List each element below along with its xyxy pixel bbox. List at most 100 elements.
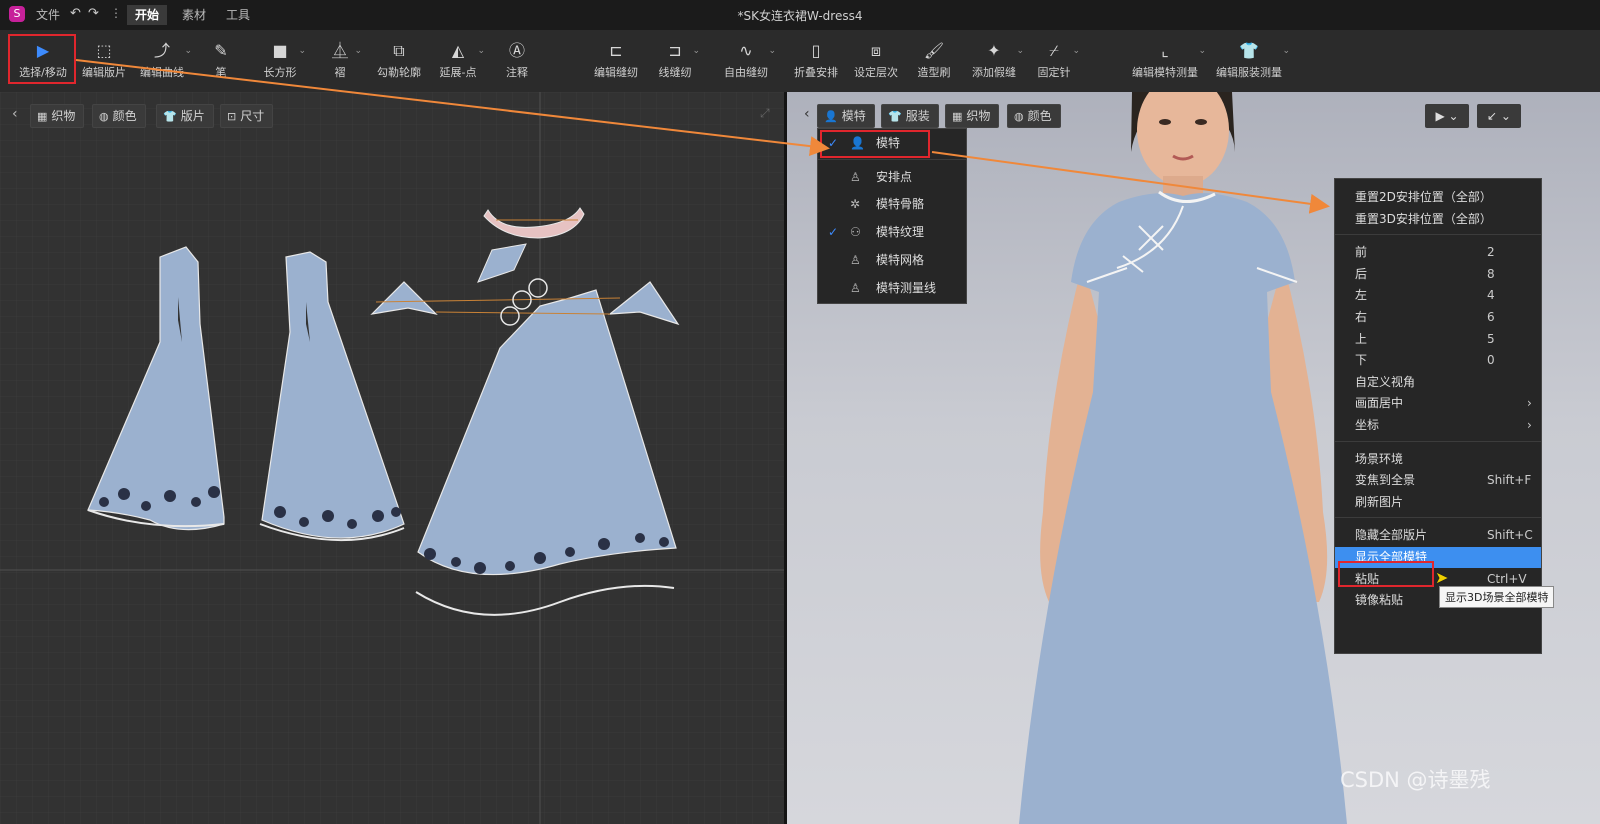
chevron-down-icon[interactable]: ⌄ (1198, 46, 1206, 56)
context-menu-item-label: 重置3D安排位置（全部） (1355, 211, 1492, 226)
collapse-left-icon[interactable]: ‹ (804, 106, 810, 122)
tool-edit-curve[interactable]: ⤴ 编辑曲线 ⌄ (136, 34, 192, 88)
chevron-down-icon[interactable]: ⌄ (1282, 46, 1290, 56)
pattern-2d-window[interactable]: ‹ ▦ 织物 ◍ 颜色 👕 版片 ⊡ 尺寸 ⤢ (0, 92, 784, 824)
context-menu-item-shortcut: 6 (1487, 310, 1495, 324)
chevron-down-icon[interactable]: ⌄ (184, 46, 192, 56)
chevron-down-icon[interactable]: ⌄ (768, 46, 776, 56)
context-menu-item[interactable]: 后8 (1335, 264, 1541, 285)
tool-annotation[interactable]: Ⓐ 注释 (500, 34, 534, 88)
tab-color-3d[interactable]: ◍ 颜色 (1007, 104, 1061, 128)
context-menu-item[interactable]: 场景环境 (1335, 449, 1541, 470)
viewport-3d-window[interactable]: ‹ 👤 模特 👕 服装 ▦ 织物 ◍ 颜色 ▶︎ ⌄ ↙ ⌄ ✓ 👤 模特 ♙ 安排点 ✲… (787, 92, 1600, 824)
edit-sewing-icon: ⊏ (609, 41, 623, 60)
tool-trace-outline[interactable]: ⧉ 勾勒轮廓 (372, 34, 426, 88)
tool-edit-sewing[interactable]: ⊏ 编辑缝纫 (590, 34, 642, 88)
tab-color-2d[interactable]: ◍ 颜色 (92, 104, 146, 128)
expand-icon[interactable]: ⤢ (760, 106, 770, 121)
tab-size-2d[interactable]: ⊡ 尺寸 (220, 104, 274, 128)
curve-icon: ⤴ (153, 41, 170, 60)
avatar-menu-measure-lines[interactable]: ♙ 模特测量线 (818, 278, 966, 299)
tool-edit-garment-measure[interactable]: 👕 编辑服装测量 ⌄ (1212, 34, 1290, 88)
context-menu-item-label: 场景环境 (1355, 451, 1404, 466)
tool-rectangle[interactable]: ■ 长方形 ⌄ (258, 34, 307, 88)
qipao-dress (1019, 193, 1347, 824)
tab-avatar-3d[interactable]: 👤 模特 (817, 104, 875, 128)
avatar-menu-texture[interactable]: ✓ ⚇ 模特纹理 (818, 222, 966, 243)
tool-shaping-brush[interactable]: 🖌 造型刷 (912, 34, 956, 88)
tooltip: 显示3D场景全部模特 (1439, 586, 1555, 608)
highlight-box-avatar-menu (820, 130, 930, 158)
chevron-right-icon: › (1527, 418, 1532, 432)
context-menu-item-label: 后 (1355, 266, 1368, 281)
tool-edit-avatar-measure[interactable]: ⌞ 编辑模特测量 ⌄ (1128, 34, 1206, 88)
chevron-down-icon[interactable]: ⌄ (1072, 46, 1080, 56)
context-menu-item[interactable]: 重置2D安排位置（全部） (1335, 187, 1541, 208)
context-menu-item-shortcut: 0 (1487, 353, 1495, 368)
context-menu-item[interactable]: 自定义视角 (1335, 372, 1541, 393)
tab-fabric-2d[interactable]: ▦ 织物 (30, 104, 85, 128)
tool-free-sewing[interactable]: ∿ 自由缝纫 ⌄ (720, 34, 776, 88)
playback-button[interactable]: ▶︎ ⌄ (1425, 104, 1469, 128)
measure-lines-icon: ♙ (850, 281, 861, 295)
context-menu-item[interactable]: 画面居中 › (1335, 393, 1541, 414)
context-menu-item[interactable]: 上5 (1335, 329, 1541, 350)
context-menu-item-label: 隐藏全部版片 (1355, 528, 1428, 543)
document-title: *SK女连衣裙W-dress4 (737, 9, 863, 23)
tool-pleat[interactable]: ⏅ 褶 ⌄ (322, 34, 362, 88)
context-menu-separator (1335, 234, 1541, 236)
chevron-down-icon[interactable]: ⌄ (477, 46, 485, 56)
collapse-left-icon[interactable]: ‹ (12, 106, 18, 122)
tool-add-tack[interactable]: ✦ 添加假缝 ⌄ (968, 34, 1024, 88)
tab-garment-3d[interactable]: 👕 服装 (881, 104, 939, 128)
context-menu-item[interactable]: 右6 (1335, 307, 1541, 328)
avatar-menu-skeleton[interactable]: ✲ 模特骨骼 (818, 194, 966, 215)
context-menu-item[interactable]: 左4 (1335, 285, 1541, 306)
tool-fold-arrange[interactable]: ▯ 折叠安排 (790, 34, 842, 88)
context-menu-item-shortcut: 2 (1487, 245, 1495, 260)
tab-pattern-2d[interactable]: 👕 版片 (156, 104, 214, 128)
size-icon: ⊡ (227, 110, 237, 123)
chevron-right-icon: › (1527, 396, 1532, 411)
tool-pin[interactable]: ⌿ 固定针 ⌄ (1032, 34, 1081, 88)
tool-pen[interactable]: ✎ 笔 (202, 34, 240, 88)
context-menu-item[interactable]: 前2 (1335, 242, 1541, 263)
texture-icon: ⚇ (850, 225, 861, 239)
context-menu-item-label: 右 (1355, 310, 1368, 324)
context-menu-item-label: 上 (1355, 331, 1368, 346)
chevron-down-icon[interactable]: ⌄ (298, 46, 306, 56)
context-menu-item-label: 下 (1355, 353, 1368, 368)
tool-set-layer[interactable]: ⧈ 设定层次 (850, 34, 902, 88)
pattern-icon: 👕 (163, 110, 177, 123)
tab-fabric-3d[interactable]: ▦ 织物 (945, 104, 1000, 128)
arrange-points-icon: ♙ (850, 170, 861, 184)
chevron-down-icon[interactable]: ⌄ (354, 46, 362, 56)
tool-line-sewing[interactable]: ⊐ 线缝纫 ⌄ (654, 34, 701, 88)
pin-icon: ⌿ (1049, 41, 1059, 60)
avatar-menu-mesh[interactable]: ♙ 模特网格 (818, 250, 966, 271)
tack-icon: ✦ (987, 41, 1001, 60)
tool-extend-point[interactable]: ◭ 延展-点 ⌄ (435, 34, 486, 88)
avatar-icon: 👤 (824, 110, 838, 123)
brush-icon: 🖌 (923, 41, 945, 60)
chevron-down-icon[interactable]: ⌄ (1016, 46, 1024, 56)
chevron-down-icon[interactable]: ⌄ (692, 46, 700, 56)
mesh-icon: ♙ (850, 253, 861, 267)
tool-edit-pattern[interactable]: ⬚ 编辑版片 (78, 34, 130, 88)
context-menu-item-label: 前 (1355, 245, 1368, 260)
layer-icon: ⧈ (870, 41, 882, 60)
context-menu-item[interactable]: 隐藏全部版片 Shift+C (1335, 525, 1541, 546)
context-menu-item[interactable]: 变焦到全景 Shift+F (1335, 470, 1541, 491)
fabric-icon: ▦ (37, 110, 48, 123)
context-menu-item[interactable]: 坐标 › (1335, 415, 1541, 436)
context-menu-item[interactable]: 下0 (1335, 350, 1541, 371)
view-mode-button[interactable]: ↙ ⌄ (1477, 104, 1521, 128)
pattern-canvas[interactable] (0, 92, 784, 824)
avatar-menu-arrange-points[interactable]: ♙ 安排点 (818, 167, 966, 188)
context-menu-item-label: 变焦到全景 (1355, 473, 1416, 488)
context-menu-item-label: 自定义视角 (1355, 374, 1416, 389)
line-sewing-icon: ⊐ (668, 41, 682, 60)
context-menu-item[interactable]: 重置3D安排位置（全部） (1335, 209, 1541, 230)
context-menu-item[interactable]: 刷新图片 (1335, 492, 1541, 513)
trace-outline-icon: ⧉ (393, 41, 405, 60)
